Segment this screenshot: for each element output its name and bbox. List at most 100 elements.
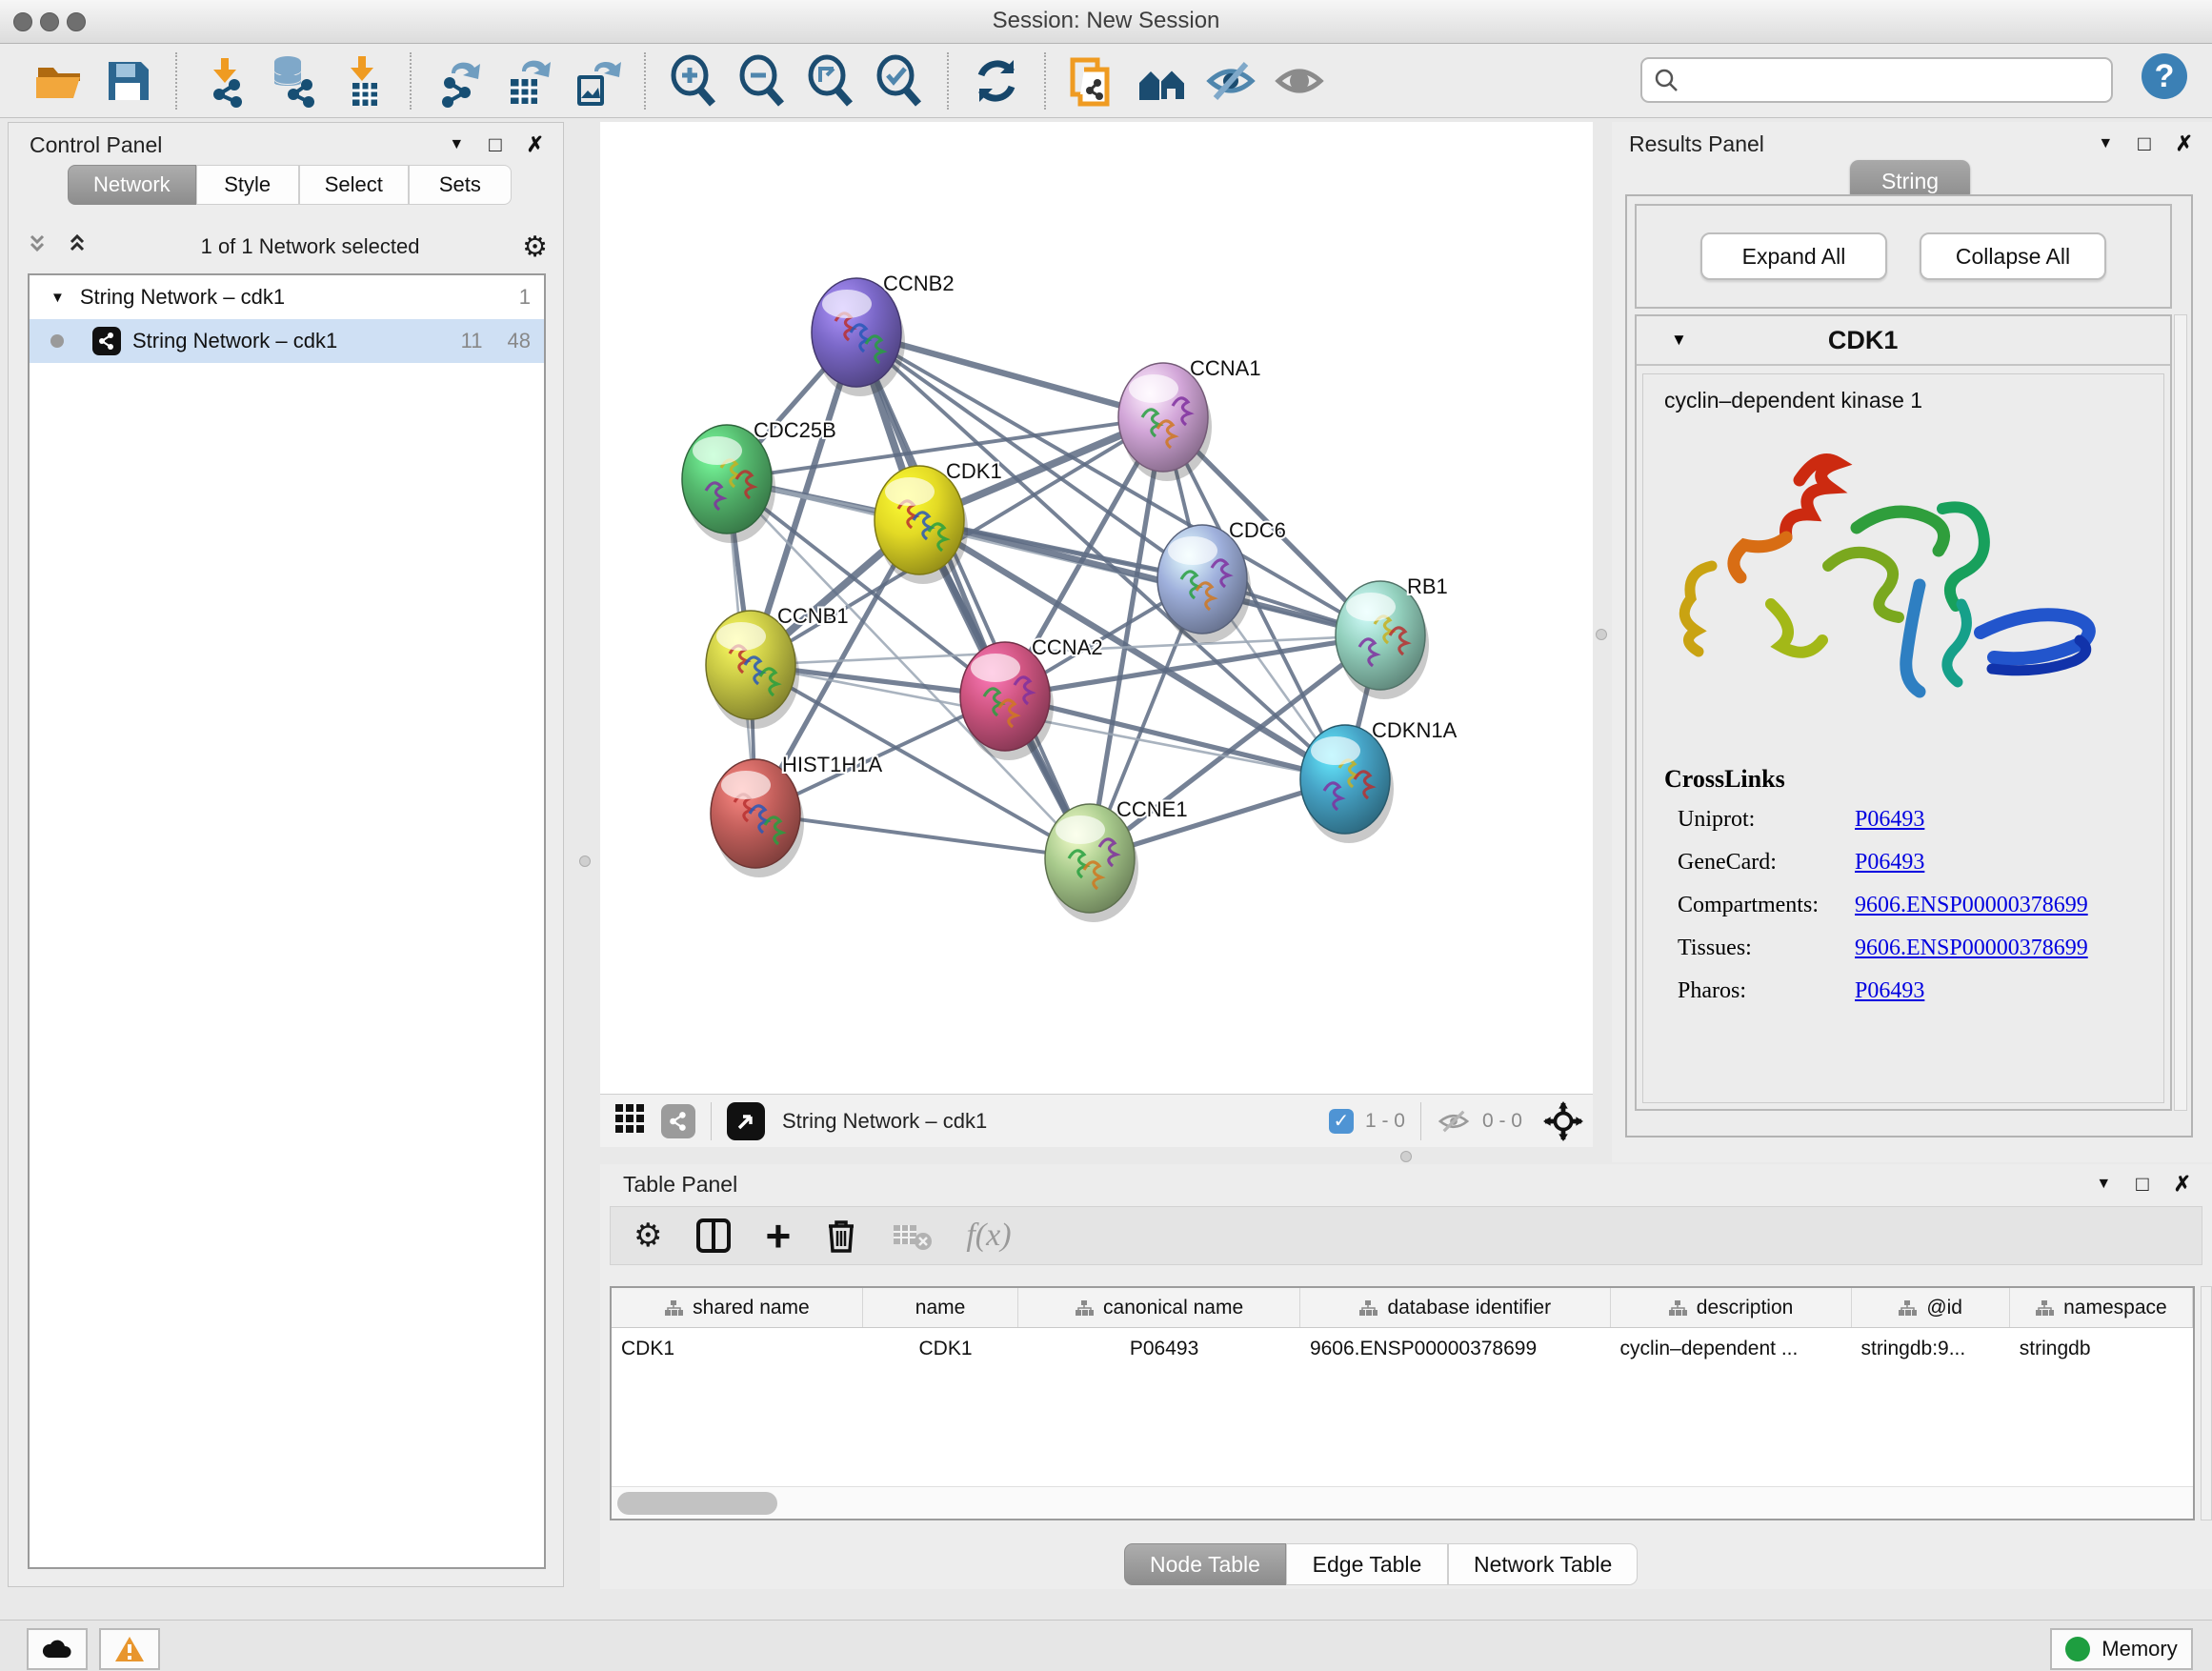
network-node-RB1[interactable]: RB1 bbox=[1336, 574, 1448, 699]
refresh-icon[interactable] bbox=[962, 50, 1031, 111]
network-share-view-icon[interactable] bbox=[661, 1104, 695, 1138]
export-network-icon[interactable] bbox=[425, 50, 493, 111]
table-float-icon[interactable]: □ bbox=[2136, 1172, 2148, 1197]
collapse-all-button[interactable]: Collapse All bbox=[1920, 232, 2106, 280]
gene-name: CDK1 bbox=[1828, 326, 1899, 355]
tab-select[interactable]: Select bbox=[299, 165, 409, 205]
table-hscrollbar[interactable] bbox=[612, 1486, 2193, 1519]
help-button[interactable]: ? bbox=[2142, 53, 2187, 99]
tab-network-table[interactable]: Network Table bbox=[1448, 1543, 1638, 1585]
network-row[interactable]: String Network – cdk1 11 48 bbox=[30, 319, 544, 363]
panel-collapse-icon[interactable]: ▼ bbox=[449, 136, 464, 153]
network-node-CDKN1A[interactable]: CDKN1A bbox=[1300, 718, 1458, 843]
network-node-CCNA2[interactable]: CCNA2 bbox=[960, 635, 1103, 760]
hide-selected-icon[interactable] bbox=[1196, 50, 1265, 111]
tab-node-table[interactable]: Node Table bbox=[1124, 1543, 1286, 1585]
results-float-icon[interactable]: □ bbox=[2138, 131, 2150, 156]
column-header-name[interactable]: name bbox=[863, 1288, 1018, 1327]
splitter-handle[interactable] bbox=[579, 856, 591, 867]
results-close-icon[interactable]: ✗ bbox=[2176, 131, 2193, 156]
search-input[interactable] bbox=[1679, 69, 2079, 91]
tree-expander-icon[interactable]: ▼ bbox=[50, 290, 65, 306]
table-row[interactable]: CDK1CDK1P064939606.ENSP00000378699cyclin… bbox=[612, 1328, 2193, 1370]
network-edge[interactable] bbox=[755, 814, 1090, 858]
panel-close-icon[interactable]: ✗ bbox=[527, 132, 544, 157]
import-network-file-icon[interactable] bbox=[191, 50, 259, 111]
network-node-CDC25B[interactable]: CDC25B bbox=[682, 418, 836, 543]
crosslink-link[interactable]: P06493 bbox=[1855, 850, 1924, 876]
open-session-icon[interactable] bbox=[25, 50, 93, 111]
import-table-file-icon[interactable] bbox=[328, 50, 396, 111]
function-builder-icon: f(x) bbox=[966, 1218, 1011, 1254]
tab-sets[interactable]: Sets bbox=[409, 165, 512, 205]
network-node-CCNE1[interactable]: CCNE1 bbox=[1045, 797, 1188, 922]
crosslink-link[interactable]: 9606.ENSP00000378699 bbox=[1855, 893, 2088, 918]
fit-selected-target-icon[interactable] bbox=[1543, 1101, 1583, 1141]
first-neighbors-icon[interactable] bbox=[1128, 50, 1196, 111]
table-close-icon[interactable]: ✗ bbox=[2174, 1172, 2191, 1197]
expand-all-button[interactable]: Expand All bbox=[1700, 232, 1887, 280]
birds-eye-view-icon[interactable] bbox=[727, 1102, 765, 1140]
show-all-icon[interactable] bbox=[1265, 50, 1334, 111]
tab-network[interactable]: Network bbox=[68, 165, 196, 205]
splitter-handle[interactable] bbox=[1596, 629, 1607, 640]
network-edge[interactable] bbox=[856, 332, 1090, 858]
crosslink-label: Compartments: bbox=[1678, 893, 1855, 918]
node-label: CCNA1 bbox=[1190, 356, 1261, 380]
node-label: CCNE1 bbox=[1116, 797, 1188, 821]
cloud-button[interactable] bbox=[27, 1628, 88, 1670]
crosslink-link[interactable]: P06493 bbox=[1855, 978, 1924, 1004]
network-edge[interactable] bbox=[919, 520, 1380, 635]
network-selected-status: 1 of 1 Network selected bbox=[98, 234, 522, 259]
memory-button[interactable]: Memory bbox=[2050, 1628, 2193, 1670]
network-node-CCNA1[interactable]: CCNA1 bbox=[1118, 356, 1261, 481]
grid-view-icon[interactable] bbox=[613, 1102, 646, 1139]
network-collection-row[interactable]: ▼ String Network – cdk1 1 bbox=[30, 275, 544, 319]
crosslink-link[interactable]: P06493 bbox=[1855, 807, 1924, 833]
selected-nodes-checkbox-icon[interactable]: ✓ bbox=[1329, 1109, 1354, 1134]
crosslinks-section: CrossLinks Uniprot:P06493GeneCard:P06493… bbox=[1664, 765, 2088, 1021]
show-columns-icon[interactable] bbox=[694, 1217, 733, 1255]
table-settings-gear-icon[interactable]: ⚙ bbox=[633, 1217, 662, 1255]
results-collapse-icon[interactable]: ▼ bbox=[2098, 135, 2113, 152]
tab-edge-table[interactable]: Edge Table bbox=[1286, 1543, 1448, 1585]
column-header-shared-name[interactable]: shared name bbox=[612, 1288, 863, 1327]
hscroll-thumb[interactable] bbox=[617, 1492, 777, 1515]
export-image-icon[interactable] bbox=[562, 50, 631, 111]
expand-all-icon[interactable] bbox=[66, 232, 98, 261]
warnings-button[interactable] bbox=[99, 1628, 160, 1670]
crosslink-link[interactable]: 9606.ENSP00000378699 bbox=[1855, 936, 2088, 961]
column-header-namespace[interactable]: namespace bbox=[2010, 1288, 2193, 1327]
network-node-HIST1H1A[interactable]: HIST1H1A bbox=[711, 753, 882, 877]
column-header-description[interactable]: description bbox=[1611, 1288, 1852, 1327]
panel-float-icon[interactable]: □ bbox=[489, 132, 501, 157]
network-collection-list: ▼ String Network – cdk1 1 String Network… bbox=[28, 273, 546, 1569]
column-header-@id[interactable]: @id bbox=[1852, 1288, 2010, 1327]
tab-style[interactable]: Style bbox=[196, 165, 299, 205]
zoom-selected-icon[interactable] bbox=[865, 50, 934, 111]
duplicate-network-icon[interactable] bbox=[1059, 50, 1128, 111]
zoom-fit-icon[interactable] bbox=[796, 50, 865, 111]
search-box[interactable] bbox=[1640, 57, 2113, 103]
results-scrollbar[interactable] bbox=[2174, 314, 2187, 1111]
table-cell: P06493 bbox=[1018, 1328, 1300, 1370]
gene-expander-icon[interactable]: ▼ bbox=[1671, 331, 1687, 350]
import-network-database-icon[interactable] bbox=[259, 50, 328, 111]
control-panel-tabs: NetworkStyleSelectSets bbox=[68, 165, 512, 205]
save-session-icon[interactable] bbox=[93, 50, 162, 111]
node-table: shared namenamecanonical namedatabase id… bbox=[610, 1286, 2195, 1520]
zoom-in-icon[interactable] bbox=[659, 50, 728, 111]
column-header-database-identifier[interactable]: database identifier bbox=[1300, 1288, 1611, 1327]
table-vscrollbar[interactable] bbox=[2201, 1286, 2212, 1520]
network-node-CDK1[interactable]: CDK1 bbox=[875, 459, 1002, 584]
network-options-gear-icon[interactable]: ⚙ bbox=[522, 231, 548, 264]
column-header-canonical-name[interactable]: canonical name bbox=[1018, 1288, 1300, 1327]
table-collapse-icon[interactable]: ▼ bbox=[2096, 1176, 2111, 1193]
splitter-handle[interactable] bbox=[1400, 1151, 1412, 1162]
network-canvas[interactable]: CCNB2CCNA1CDC25BCDK1CDC6RB1CCNB1CCNA2CDK… bbox=[600, 122, 1593, 1094]
export-table-icon[interactable] bbox=[493, 50, 562, 111]
zoom-out-icon[interactable] bbox=[728, 50, 796, 111]
delete-column-icon[interactable] bbox=[823, 1217, 859, 1255]
results-panel: Results Panel ▼ □ ✗ String Expand All Co… bbox=[1612, 122, 2212, 1162]
collapse-all-icon[interactable] bbox=[26, 232, 58, 261]
